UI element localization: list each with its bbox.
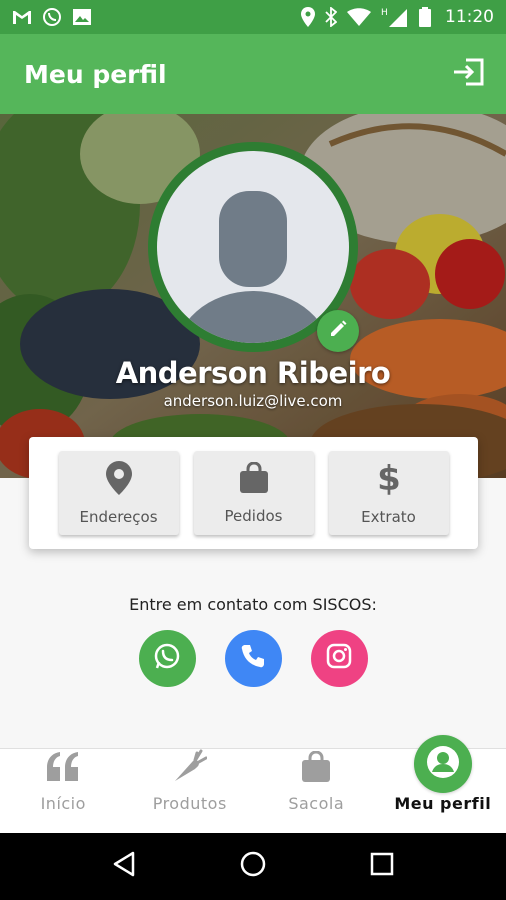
back-button[interactable]	[104, 847, 144, 887]
bluetooth-icon	[325, 7, 337, 27]
user-name: Anderson Ribeiro	[115, 356, 391, 390]
statement-label: Extrato	[361, 507, 416, 526]
nav-label-inicio: Início	[40, 794, 86, 813]
status-bar: H 11:20	[0, 0, 506, 34]
instagram-contact-button[interactable]	[310, 630, 368, 687]
nav-label-produtos: Produtos	[152, 794, 227, 813]
image-icon	[72, 8, 92, 26]
map-pin-icon	[105, 460, 132, 500]
status-right-icons: H 11:20	[301, 7, 494, 27]
back-triangle-icon	[111, 850, 137, 883]
whatsapp-contact-button[interactable]	[138, 630, 196, 687]
signal-icon: H	[381, 7, 409, 27]
nav-item-inicio[interactable]: Início	[0, 749, 127, 833]
carrot-icon	[173, 749, 208, 788]
active-tab-indicator	[413, 735, 472, 793]
nav-item-meu-perfil[interactable]: Meu perfil	[380, 735, 506, 833]
phone-icon	[240, 643, 266, 674]
whatsapp-icon	[153, 642, 181, 675]
home-button[interactable]	[233, 847, 273, 887]
pencil-icon	[328, 319, 348, 344]
avatar-placeholder-icon	[175, 191, 331, 343]
app-bar: Meu perfil	[0, 34, 506, 114]
phone-contact-button[interactable]	[224, 630, 282, 687]
system-navigation-bar	[0, 833, 506, 900]
nav-label-sacola: Sacola	[288, 794, 345, 813]
battery-icon	[419, 7, 431, 27]
svg-text:H: H	[381, 8, 388, 18]
avatar[interactable]	[157, 151, 349, 343]
wifi-icon	[347, 8, 371, 26]
orders-button[interactable]: Pedidos	[193, 451, 314, 535]
shopping-bag-icon	[239, 460, 269, 499]
logout-icon	[452, 58, 484, 91]
addresses-button[interactable]: Endereços	[58, 451, 179, 535]
addresses-label: Endereços	[79, 507, 158, 526]
recents-button[interactable]	[362, 847, 402, 887]
dollar-icon: $	[377, 459, 401, 500]
profile-hero: Anderson Ribeiro anderson.luiz@live.com	[0, 114, 506, 478]
location-icon	[301, 7, 315, 27]
edit-avatar-button[interactable]	[317, 310, 359, 352]
svg-text:$: $	[378, 461, 400, 495]
profile-actions-card: Endereços Pedidos $ Extrato	[29, 437, 478, 549]
orders-label: Pedidos	[224, 506, 283, 525]
quote-icon	[45, 751, 81, 788]
contact-title: Entre em contato com SISCOS:	[129, 595, 377, 614]
nav-item-produtos[interactable]: Produtos	[127, 749, 254, 833]
status-time: 11:20	[445, 7, 494, 27]
contact-buttons	[0, 630, 506, 687]
whatsapp-icon	[42, 7, 62, 27]
instagram-icon	[326, 643, 352, 674]
page-title: Meu perfil	[24, 59, 167, 89]
nav-label-meu-perfil: Meu perfil	[394, 794, 492, 813]
recents-square-icon	[369, 851, 395, 882]
statement-button[interactable]: $ Extrato	[328, 451, 449, 535]
nav-item-sacola[interactable]: Sacola	[253, 749, 380, 833]
status-left-icons	[12, 7, 92, 27]
user-icon	[425, 744, 461, 785]
user-email: anderson.luiz@live.com	[163, 392, 343, 410]
gmail-icon	[12, 9, 32, 25]
home-circle-icon	[239, 850, 267, 883]
bottom-navigation: Início Produtos Sacola Meu perfil	[0, 735, 506, 833]
logout-button[interactable]	[448, 54, 488, 94]
bag-icon	[301, 750, 331, 788]
